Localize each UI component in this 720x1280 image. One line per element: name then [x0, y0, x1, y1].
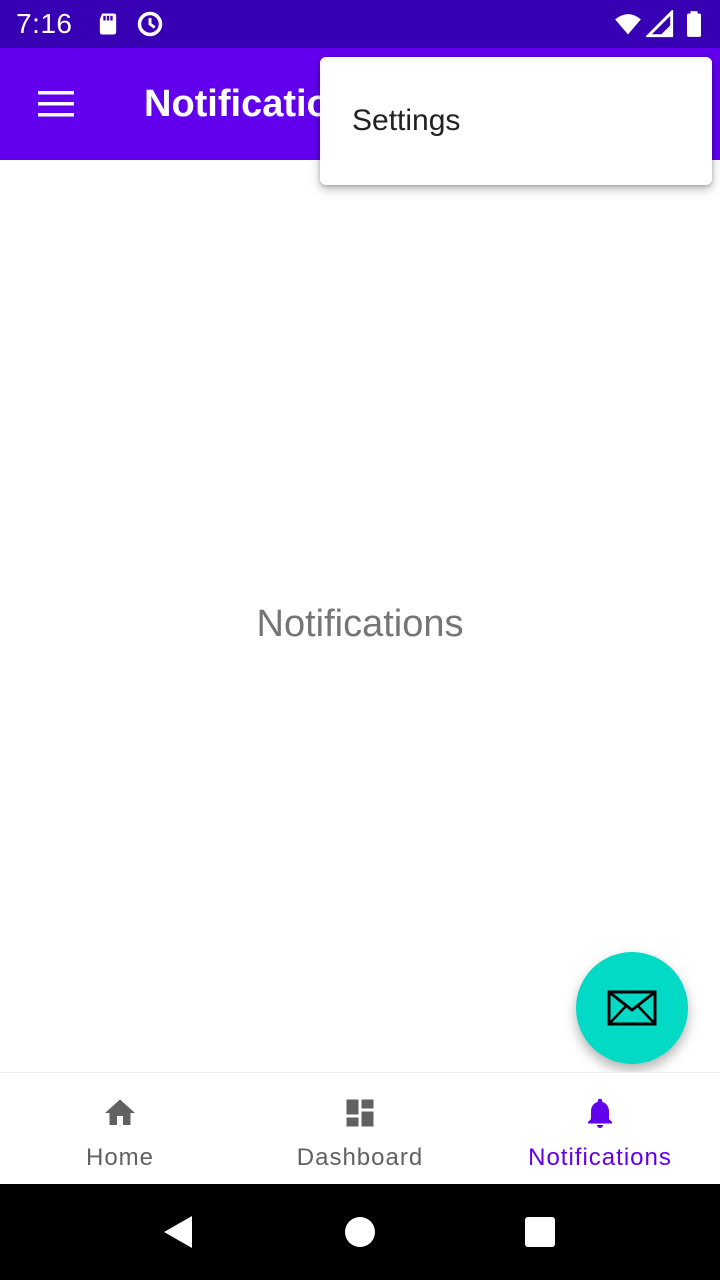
dashboard-icon — [346, 1099, 374, 1127]
menu-item-settings[interactable]: Settings — [320, 89, 712, 153]
back-icon[interactable] — [158, 1212, 198, 1252]
main-content: Notifications — [0, 160, 720, 1072]
status-bar: 7:16 — [0, 0, 720, 48]
nav-label-notifications: Notifications — [528, 1144, 672, 1171]
nav-label-dashboard: Dashboard — [296, 1144, 424, 1171]
signal-icon — [646, 10, 674, 38]
mail-icon — [607, 990, 657, 1026]
sd-card-icon — [99, 13, 117, 35]
status-time: 7:16 — [16, 8, 73, 39]
content-text: Notifications — [256, 603, 464, 645]
recents-icon[interactable] — [520, 1212, 560, 1252]
home-icon — [105, 1099, 135, 1125]
compose-mail-fab[interactable] — [576, 952, 688, 1064]
bell-icon — [588, 1098, 612, 1128]
data-saver-icon — [137, 11, 163, 37]
system-navigation-bar — [0, 1184, 720, 1280]
bottom-navigation: Home Dashboard Notifications — [0, 1072, 720, 1184]
battery-icon — [687, 11, 701, 37]
menu-button[interactable] — [24, 80, 88, 128]
home-circle-icon[interactable] — [340, 1212, 380, 1252]
overflow-menu: Settings — [320, 57, 712, 185]
hamburger-menu-icon — [38, 91, 74, 117]
nav-label-home: Home — [85, 1144, 155, 1171]
nav-item-notifications[interactable]: Notifications — [480, 1073, 720, 1185]
wifi-icon — [615, 14, 641, 35]
nav-item-dashboard[interactable]: Dashboard — [240, 1073, 480, 1185]
nav-item-home[interactable]: Home — [0, 1073, 240, 1185]
